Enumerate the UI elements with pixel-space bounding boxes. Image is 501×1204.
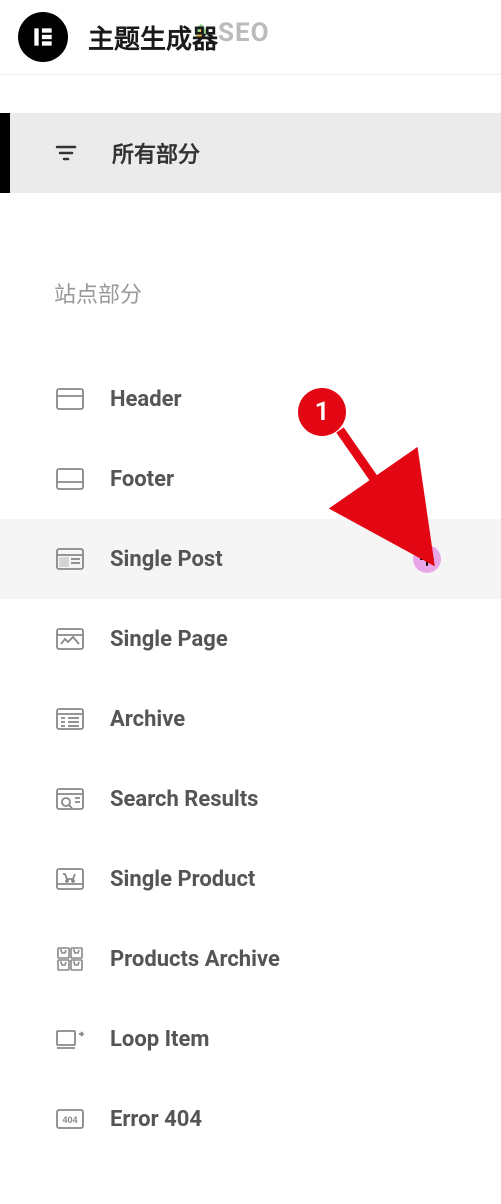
menu-active-indicator — [0, 113, 10, 193]
list-item-search-results[interactable]: Search Results — [0, 759, 501, 839]
list-item-loop-item[interactable]: Loop Item — [0, 999, 501, 1079]
watermark-text: SEO — [218, 18, 270, 48]
header-icon — [54, 383, 86, 415]
add-template-button[interactable] — [413, 545, 441, 573]
all-parts-menu[interactable]: 所有部分 — [0, 113, 501, 193]
list-item-products-archive[interactable]: Products Archive — [0, 919, 501, 999]
svg-text:404: 404 — [62, 1115, 77, 1125]
list-item-label: Header — [110, 387, 182, 412]
list-item-single-post[interactable]: Single Post — [0, 519, 501, 599]
list-item-single-product[interactable]: Single Product — [0, 839, 501, 919]
list-item-label: Single Post — [110, 547, 223, 572]
single-page-icon — [54, 623, 86, 655]
list-item-single-page[interactable]: Single Page — [0, 599, 501, 679]
archive-icon — [54, 703, 86, 735]
error-404-icon: 404 — [54, 1103, 86, 1135]
list-item-footer[interactable]: Footer — [0, 439, 501, 519]
list-item-label: Error 404 — [110, 1107, 202, 1132]
plus-icon — [419, 551, 435, 567]
elementor-logo — [18, 12, 68, 62]
list-item-header[interactable]: Header — [0, 359, 501, 439]
filter-icon — [54, 141, 78, 165]
list-item-label: Single Page — [110, 627, 228, 652]
annotation-badge: 1 — [298, 388, 346, 436]
all-parts-label: 所有部分 — [112, 137, 200, 169]
elementor-icon — [30, 24, 56, 50]
list-item-label: Loop Item — [110, 1027, 209, 1052]
search-results-icon — [54, 783, 86, 815]
list-item-label: Single Product — [110, 867, 255, 892]
footer-icon — [54, 463, 86, 495]
site-parts-list: Header Footer Single Post Single Page Ar… — [0, 359, 501, 1159]
single-product-icon — [54, 863, 86, 895]
list-item-label: Footer — [110, 467, 174, 492]
list-item-error-404[interactable]: 404 Error 404 — [0, 1079, 501, 1159]
header: 主题生成器 SEO — [0, 0, 501, 75]
section-label: 站点部分 — [54, 277, 501, 309]
list-item-label: Products Archive — [110, 947, 280, 972]
list-item-label: Search Results — [110, 787, 258, 812]
products-archive-icon — [54, 943, 86, 975]
single-post-icon — [54, 543, 86, 575]
header-title: 主题生成器 — [88, 19, 218, 56]
list-item-archive[interactable]: Archive — [0, 679, 501, 759]
list-item-label: Archive — [110, 707, 185, 732]
loop-item-icon — [54, 1023, 86, 1055]
